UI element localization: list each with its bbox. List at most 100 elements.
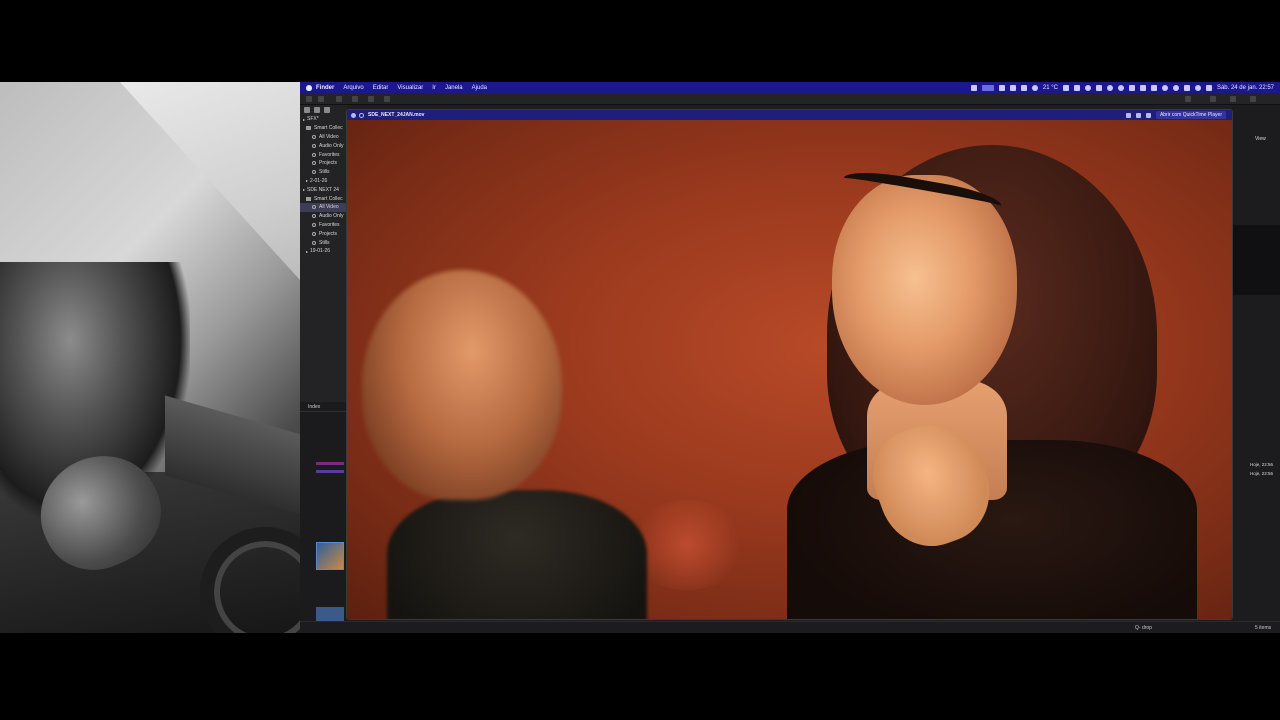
status-icon[interactable] xyxy=(970,84,977,91)
smart-collection-icon xyxy=(312,161,316,166)
share-icon[interactable] xyxy=(1145,112,1151,118)
sidebar-item[interactable]: Audio Only xyxy=(300,141,347,150)
sidebar-item-label: Projects xyxy=(319,230,338,237)
control-center-icon[interactable] xyxy=(1183,84,1190,91)
menu-visualizar[interactable]: Visualizar xyxy=(397,85,423,91)
sidebar-item[interactable]: Audio Only xyxy=(300,212,347,221)
weather-temperature[interactable]: 21 °C xyxy=(1043,85,1058,91)
folder-icon xyxy=(306,126,311,131)
back-icon[interactable] xyxy=(306,96,312,102)
sidebar-item-label: Stills xyxy=(319,239,330,246)
sidebar-item[interactable]: Smart Collec xyxy=(300,194,347,203)
toolbar-icon[interactable] xyxy=(368,96,374,102)
status-icon[interactable] xyxy=(1009,84,1016,91)
toolbar-icon[interactable] xyxy=(352,96,358,102)
menu-arquivo[interactable]: Arquivo xyxy=(343,85,363,91)
quicklook-window: SDE_NEXT_24JAN.mov Abrir com QuickTime P… xyxy=(346,109,1233,620)
photos-icon[interactable] xyxy=(314,107,320,113)
weather-icon[interactable] xyxy=(1031,84,1038,91)
menu-ajuda[interactable]: Ajuda xyxy=(472,85,487,91)
toolbar-icon[interactable] xyxy=(336,96,342,102)
status-icon[interactable] xyxy=(1139,84,1146,91)
sidebar-item[interactable]: Stills xyxy=(300,168,347,177)
sidebar-item[interactable]: ▸ 2-01-26 xyxy=(300,177,347,186)
finder-right-pane: View Hoje, 22:56 Hoje, 22:56 xyxy=(1232,105,1280,633)
search-field[interactable]: Q- drop xyxy=(1135,625,1152,631)
battery-icon[interactable] xyxy=(1150,84,1157,91)
disclosure-icon: ▸ xyxy=(306,178,309,184)
smart-collection-icon xyxy=(312,143,316,148)
close-icon[interactable] xyxy=(351,112,356,118)
sidebar-item[interactable]: Favorites xyxy=(300,221,347,230)
menu-janela[interactable]: Janela xyxy=(445,85,463,91)
index-title[interactable]: Index xyxy=(300,402,347,412)
control-center-icon[interactable] xyxy=(1205,84,1212,91)
clip-thumbnail[interactable] xyxy=(316,607,344,621)
folder-icon xyxy=(306,196,311,201)
preview-area xyxy=(1232,225,1280,295)
sidebar-item[interactable]: ▸ SFX* xyxy=(300,115,347,124)
eye-icon[interactable] xyxy=(1125,112,1131,118)
clock-icon[interactable] xyxy=(1117,84,1124,91)
sidebar-item[interactable]: Projects xyxy=(300,159,347,168)
bluetooth-icon[interactable] xyxy=(1161,84,1168,91)
status-icon[interactable] xyxy=(1073,84,1080,91)
sidebar-item[interactable]: ▸ 19-01-26 xyxy=(300,247,347,256)
menu-ir[interactable]: Ir xyxy=(432,85,436,91)
status-icon[interactable] xyxy=(1128,84,1135,91)
video-man-head xyxy=(362,270,562,500)
library-icon[interactable] xyxy=(304,107,310,113)
sidebar-item[interactable]: All Video xyxy=(300,202,347,212)
sidebar-item[interactable]: All Video xyxy=(300,133,347,142)
toolbar-icon[interactable] xyxy=(1230,96,1236,102)
sidebar-item[interactable]: Favorites xyxy=(300,150,347,159)
fullscreen-icon[interactable] xyxy=(359,112,364,118)
toolbar-icon[interactable] xyxy=(1250,96,1256,102)
sidebar-item-label: Favorites xyxy=(319,221,340,228)
smart-collection-icon xyxy=(312,134,316,139)
user-icon[interactable] xyxy=(1084,84,1091,91)
timeline-clip[interactable] xyxy=(316,470,344,473)
library-sidebar: ▸ SFX* Smart Collec All Video Audio Only Favo… xyxy=(300,105,347,405)
toolbar-icon[interactable] xyxy=(1185,96,1191,102)
timeline-clip[interactable] xyxy=(316,462,344,465)
screen: Finder Arquivo Editar Visualizar Ir Jane… xyxy=(0,0,1280,720)
status-icon[interactable] xyxy=(1106,84,1113,91)
sidebar-item-label: SDE NEXT 24 xyxy=(307,186,339,193)
smart-collection-icon xyxy=(312,170,316,175)
sidebar-item[interactable]: Projects xyxy=(300,229,347,238)
status-icon-highlight[interactable] xyxy=(981,84,994,91)
search-icon[interactable] xyxy=(1172,84,1179,91)
open-with-quicktime-button[interactable]: Abrir com QuickTime Player xyxy=(1155,111,1226,119)
disclosure-icon: ▸ xyxy=(303,116,306,122)
menu-bar: Finder Arquivo Editar Visualizar Ir Jane… xyxy=(300,82,1280,93)
view-menu[interactable]: View xyxy=(1255,136,1266,142)
file-date: Hoje, 22:56 xyxy=(1250,462,1274,467)
items-count: 5 items xyxy=(1255,625,1272,631)
sidebar-item[interactable]: ▸ SDE NEXT 24 xyxy=(300,185,347,194)
forward-icon[interactable] xyxy=(318,96,324,102)
sidebar-item[interactable]: Smart Collec xyxy=(300,124,347,133)
clip-thumbnail[interactable] xyxy=(316,542,344,570)
wifi-icon[interactable] xyxy=(1194,84,1201,91)
status-icon[interactable] xyxy=(1062,84,1069,91)
sidebar-list: ▸ SFX* Smart Collec All Video Audio Only Favo… xyxy=(300,115,347,256)
sidebar-item[interactable]: Stills xyxy=(300,238,347,247)
smart-collection-icon xyxy=(312,231,316,236)
menu-editar[interactable]: Editar xyxy=(373,85,389,91)
smart-collection-icon xyxy=(312,240,316,245)
toolbar-icon[interactable] xyxy=(384,96,390,102)
menu-app-name[interactable]: Finder xyxy=(316,85,334,91)
markup-icon[interactable] xyxy=(1135,112,1141,118)
disclosure-icon: ▸ xyxy=(306,248,309,254)
sidebar-item-label: Smart Collec xyxy=(314,125,343,132)
status-icon[interactable] xyxy=(1095,84,1102,91)
status-icon[interactable] xyxy=(1020,84,1027,91)
video-frame[interactable] xyxy=(347,120,1232,619)
titles-icon[interactable] xyxy=(324,107,330,113)
menu-clock[interactable]: Sáb. 24 de jan. 22:57 xyxy=(1217,85,1274,91)
toolbar-icon[interactable] xyxy=(1210,96,1216,102)
status-icon[interactable] xyxy=(998,84,1005,91)
smart-collection-icon xyxy=(312,222,316,227)
apple-icon[interactable] xyxy=(306,84,312,91)
